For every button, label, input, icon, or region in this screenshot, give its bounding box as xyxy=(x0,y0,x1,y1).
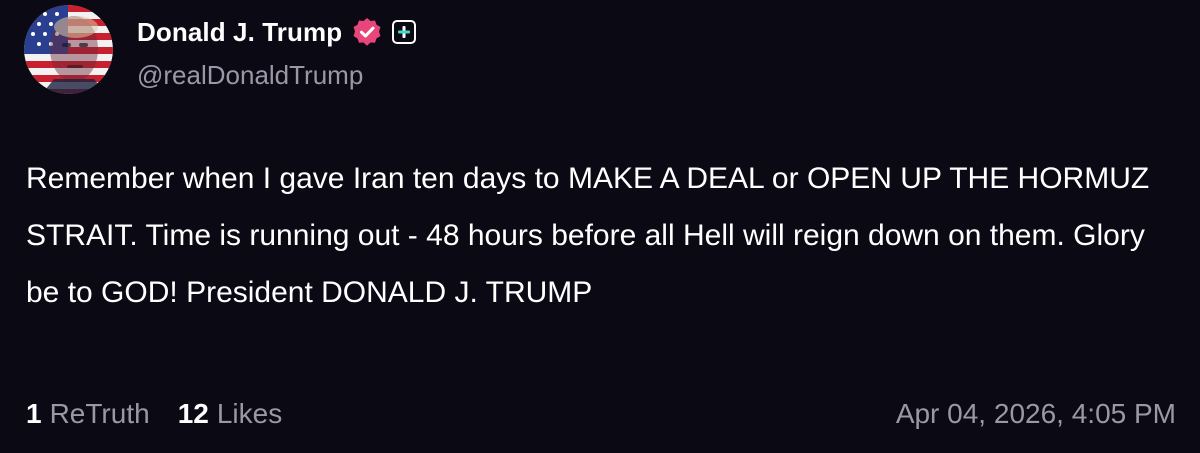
flag-portrait-avatar-icon xyxy=(24,5,113,94)
verified-badge-icon xyxy=(352,17,382,47)
retruth-label: ReTruth xyxy=(49,398,150,429)
post-stats: 1 ReTruth 12 Likes xyxy=(26,398,282,430)
retruth-stat[interactable]: 1 ReTruth xyxy=(26,398,150,430)
post-body-text: Remember when I gave Iran ten days to MA… xyxy=(26,162,1150,309)
plus-badge-icon xyxy=(392,20,417,44)
likes-count: 12 xyxy=(177,398,209,429)
author-row: Donald J. Trump xyxy=(137,14,417,50)
likes-label: Likes xyxy=(216,398,283,429)
author-handle[interactable]: @realDonaldTrump xyxy=(137,60,363,91)
likes-stat[interactable]: 12 Likes xyxy=(178,398,283,430)
avatar[interactable] xyxy=(24,5,113,94)
post-timestamp[interactable]: Apr 04, 2026, 4:05 PM xyxy=(896,398,1176,430)
truth-post: Donald J. Trump @realDonaldTrump Remembe… xyxy=(0,0,1200,453)
retruth-count: 1 xyxy=(26,398,42,429)
display-name[interactable]: Donald J. Trump xyxy=(137,17,342,48)
